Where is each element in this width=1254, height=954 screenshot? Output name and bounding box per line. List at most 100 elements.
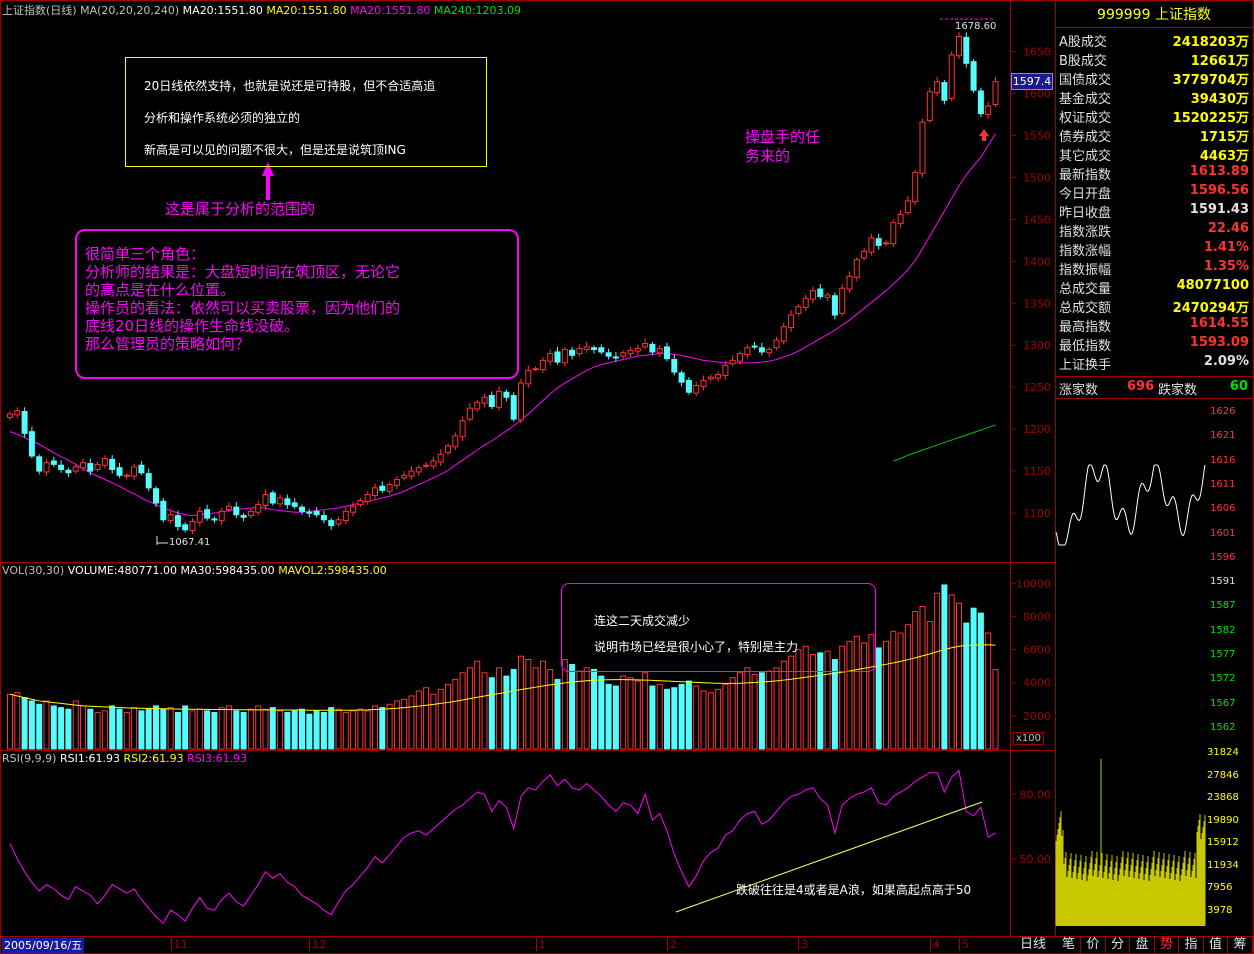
stat-value: 48077100 [1176,278,1249,293]
volume-bar [87,708,94,750]
volume-bar [518,655,524,750]
volume-bar [992,668,999,750]
volume-bar [43,700,50,750]
x-axis-month-label: 12 [309,938,326,951]
price-tick-label: 1450 [1023,213,1051,226]
tab-7[interactable]: 筹 [1229,936,1253,954]
volume-bar [496,667,503,750]
candle-body [36,456,43,472]
candle-body [445,445,451,454]
vol-tick-label: 2000 [1023,710,1051,723]
candle-body [153,488,159,504]
rsi1-value: RSI1:61.93 [59,752,121,765]
mini-price-tick: 1616 [1210,454,1236,466]
candle-body [43,462,50,473]
annotation-arrow-caption: 这是属于分析的范围的 [165,200,316,218]
candle-body [218,510,225,522]
vol-note-line1: 连这二天成交减少 [594,614,691,628]
candle-body [415,467,422,473]
stat-value: 1520225万 [1172,111,1249,126]
trader-line1: 操盘手的任 [745,128,821,146]
stat-label: 最高指数 [1059,320,1112,335]
main-title: 上证指数(日线) [2,4,77,17]
volume-bar [226,705,232,750]
volume-bar [350,710,357,750]
stat-label: 权证成交 [1059,111,1112,126]
price-tick-label: 1350 [1023,297,1051,310]
candle-body [591,347,597,350]
candle-body [94,463,101,470]
annotation-box-volume: 连这二天成交减少 说明市场已经是很小心了，特别是主力 [561,583,876,672]
candle-body [423,464,430,467]
roles-line5: 底线20日线的操作生命线没破。 [85,317,300,335]
stat-label: 基金成交 [1059,92,1112,107]
tab-5[interactable]: 指 [1180,936,1204,954]
candle-body [167,514,174,522]
price-tick-label: 1200 [1023,423,1051,436]
main-chart-header: 上证指数(日线) MA(20,20,20,240) MA20:1551.80 M… [2,2,521,18]
candle-body [664,346,670,360]
candle-body [80,462,86,469]
volume-bar [970,607,977,750]
volume-bar [561,659,568,750]
volume-bar [379,707,386,750]
candle-body [204,509,211,519]
volume-bar [167,707,174,750]
rsi2-value: RSI2:61.93 [123,752,184,765]
candle-body [795,306,802,314]
tab-period-daily[interactable]: 日线 [1012,936,1054,954]
tab-1[interactable]: 价 [1082,936,1106,954]
candle-body [131,466,138,477]
volume-bar [80,705,86,750]
candle-body [291,502,298,507]
stat-label: 上证换手 [1059,358,1112,373]
volume-bar [342,712,349,750]
tab-4[interactable]: 势 [1155,936,1179,954]
candle-body [576,348,583,355]
volume-bar [277,710,284,750]
candle-body [138,464,145,474]
rsi-header: RSI(9,9,9) RSI1:61.93 RSI2:61.93 RSI3:61… [2,752,247,765]
tab-3[interactable]: 盘 [1131,936,1155,954]
volume-bar [926,620,933,750]
right-panel-title: 999999 上证指数 [1057,4,1251,24]
candle-body [605,352,612,357]
annotation-box-support: 20日线依然支持，也就是说还是可持股，但不合适高追 分析和操作系统必须的独立的 … [125,57,487,167]
price-tick-label: 1400 [1023,255,1051,268]
tab-2[interactable]: 分 [1106,936,1130,954]
tab-6[interactable]: 值 [1204,936,1228,954]
stat-value: 3779704万 [1172,73,1249,88]
stat-label: A股成交 [1059,35,1107,50]
candle-body [642,343,649,348]
mini-price-tick: 1587 [1210,600,1236,612]
annotation-rsi-note: 跌破往往是4或者是A浪，如果高起点高于50 [736,883,972,897]
stat-value: 4463万 [1199,149,1249,164]
candle-body [598,347,605,353]
candle-body [627,349,634,355]
volume-bar [116,708,123,750]
volume-bar [634,680,641,750]
stat-value: 1614.55 [1189,316,1249,331]
candle-body [14,410,21,416]
candle-body [481,396,488,404]
volume-bar [766,670,773,750]
stat-value: 1.35% [1203,259,1249,274]
candle-body [430,460,437,467]
vol-ma30: MA30:598435.00 [180,564,275,577]
volume-bar [737,672,743,750]
candle-body [773,339,780,349]
volume-bar [977,612,984,750]
candle-body [116,467,123,476]
volume-bar [262,708,269,750]
vol-title: VOL(30,30) [2,564,65,577]
stat-label: 昨日收盘 [1059,206,1112,221]
x-axis-month-label: 5 [959,938,969,951]
stat-row: 上证换手 2.09% [1057,353,1251,373]
volume-bar [459,672,466,750]
price-y-axis: 1100 1150 1200 1250 1300 1350 1400 1450 1500 1550… [1010,46,1051,520]
stat-value: 39430万 [1190,92,1249,107]
candle-body [320,515,327,521]
tab-0[interactable]: 笔 [1057,936,1081,954]
stat-row: 总成交额 2470294万 [1057,296,1251,316]
vol-tick-label: 6000 [1023,644,1051,657]
